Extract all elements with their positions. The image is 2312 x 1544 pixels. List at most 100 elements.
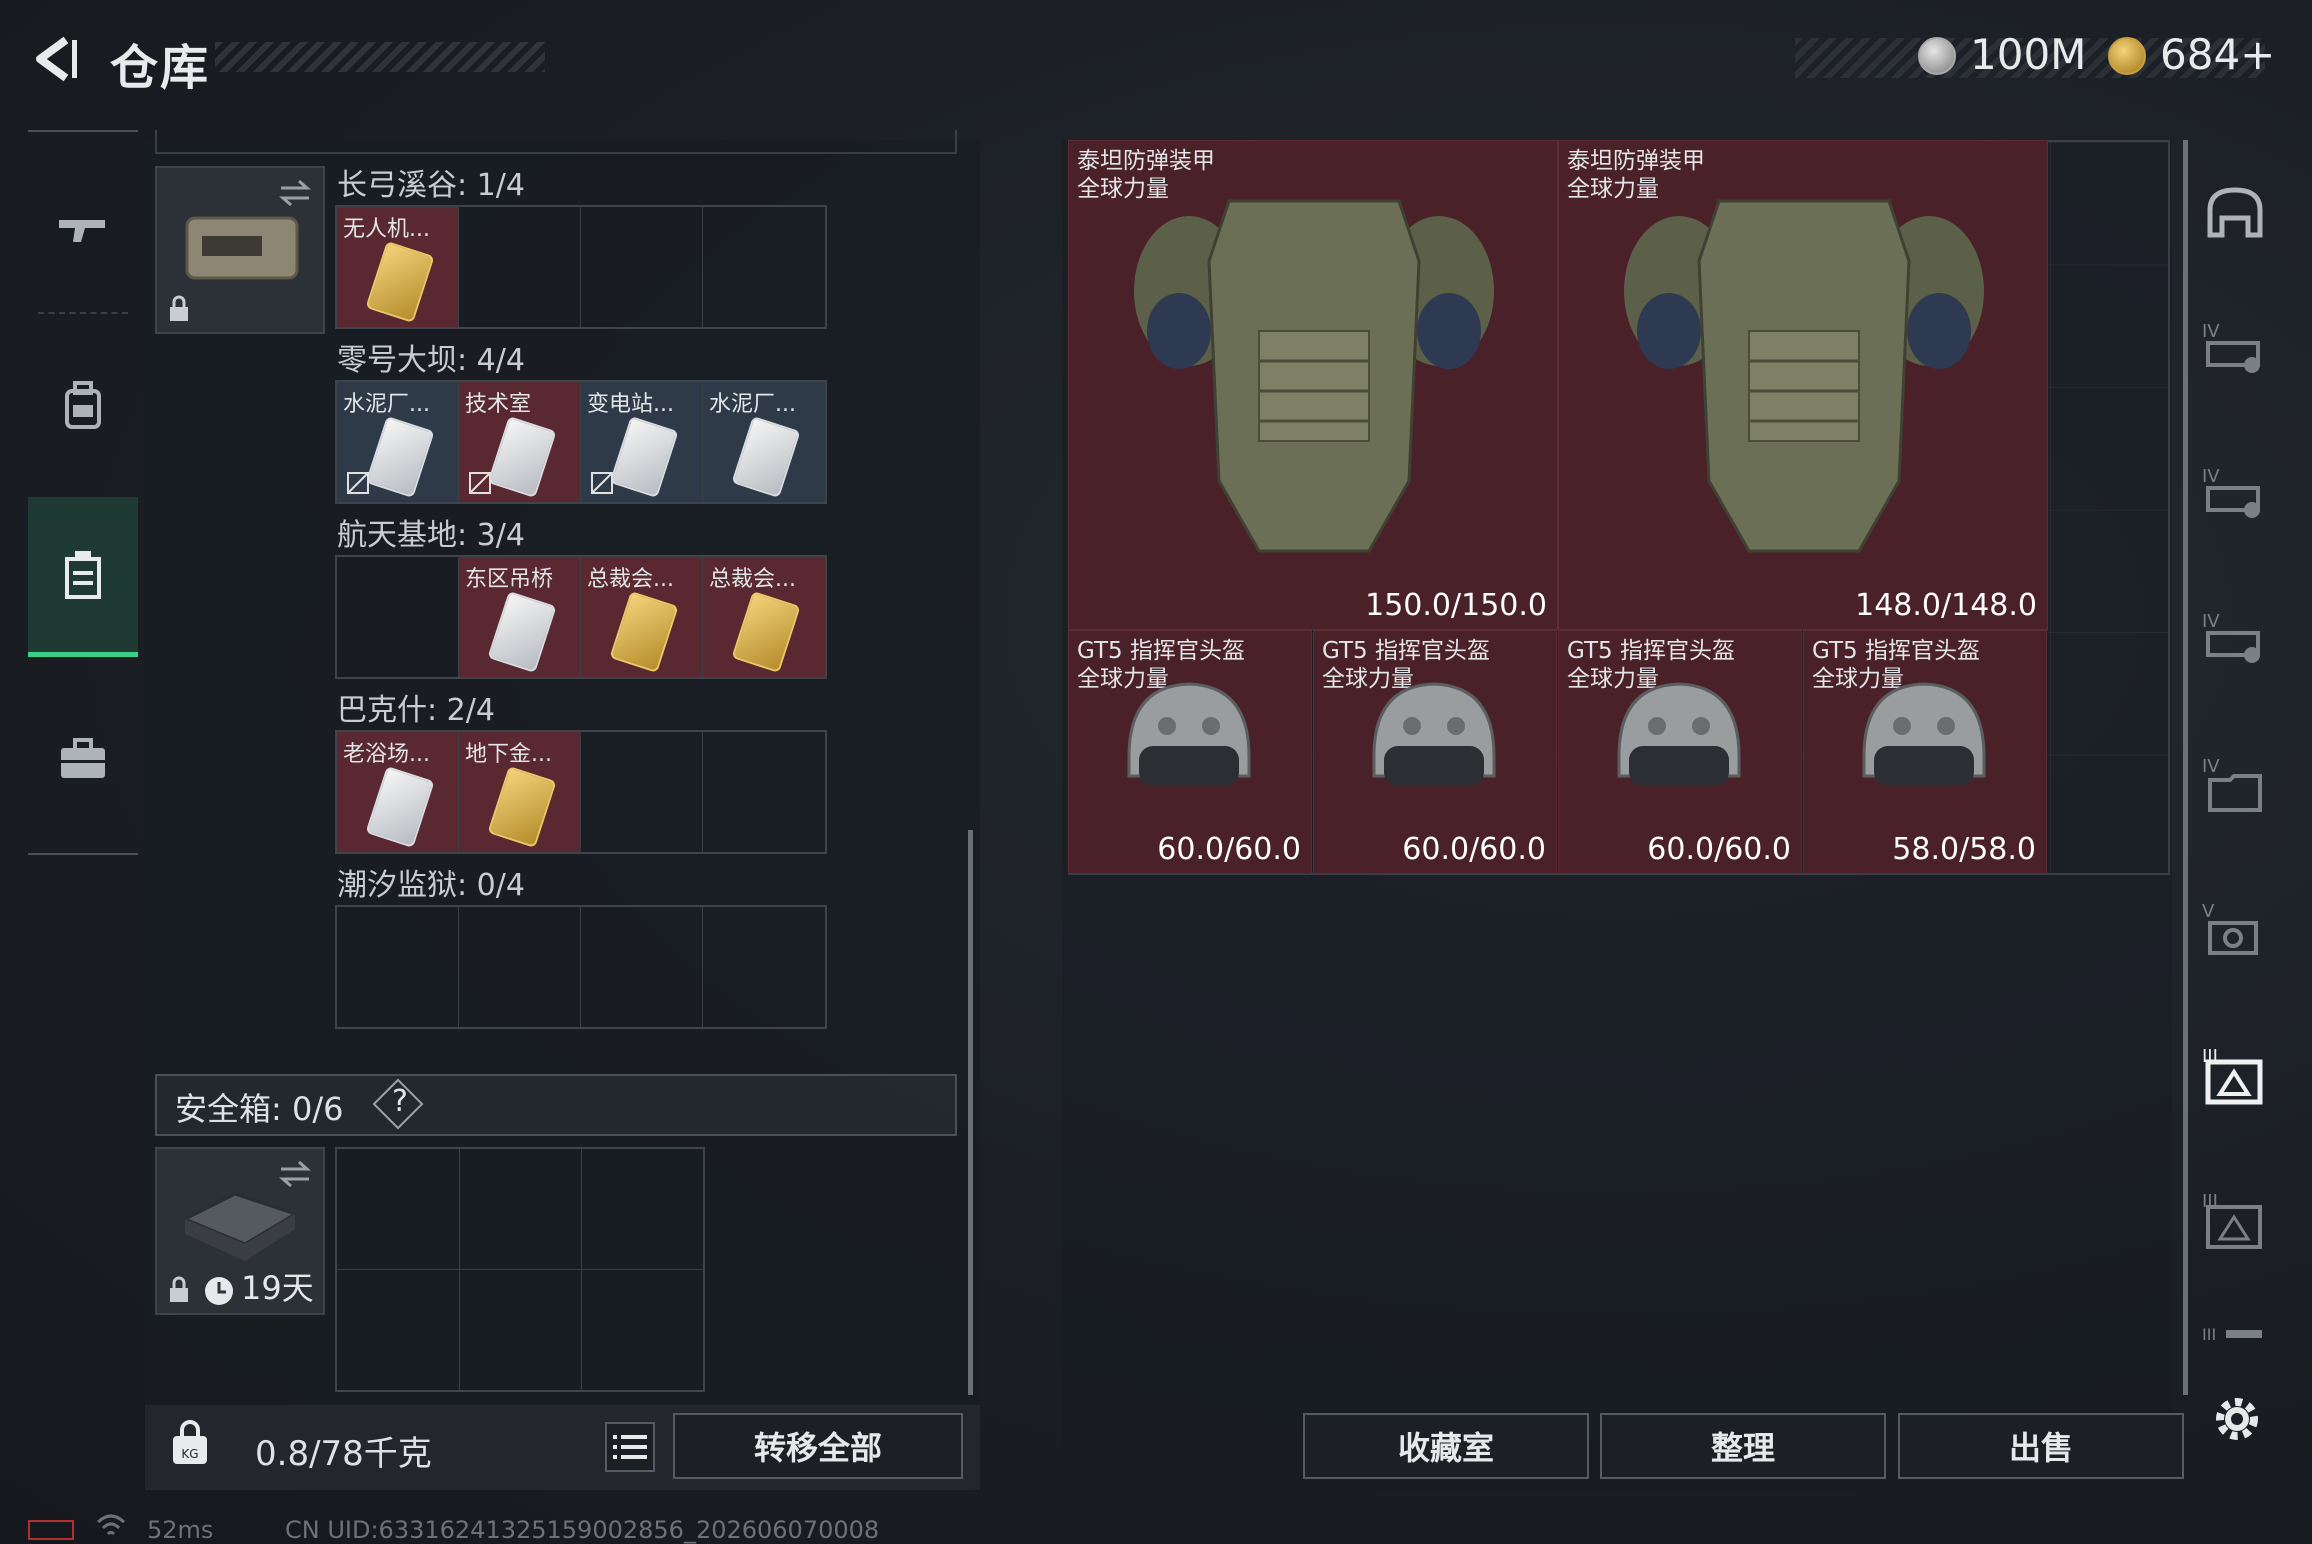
slot-label: 东区吊桥 [465,567,554,592]
keycard-slot[interactable]: 技术室 [459,382,581,502]
battery-icon [28,1520,74,1540]
durability: 60.0/60.0 [1157,832,1301,867]
nav-containers[interactable] [28,497,138,657]
section-label-space-base: 航天基地: 3/4 [337,518,525,553]
lock-icon [170,295,188,321]
slot-row-zero-dam: 水泥厂... 技术室 变电站... 水泥厂... [335,380,827,504]
keycard-icon [365,240,435,324]
helmet-item[interactable]: GT5 指挥官头盔 全球力量 60.0/60.0 [1068,630,1312,874]
list-view-button[interactable] [605,1422,655,1472]
swap-icon[interactable] [277,178,313,208]
empty-slot[interactable] [703,207,825,327]
slot-label: 水泥厂... [343,392,430,417]
bag-weight-icon: KG [173,1420,207,1464]
empty-slot[interactable] [581,207,703,327]
container-icon [65,550,101,599]
helmet-item[interactable]: GT5 指挥官头盔 全球力量 58.0/58.0 [1803,630,2047,874]
wifi-icon [96,1514,126,1536]
slot-label: 总裁会... [709,567,796,592]
keycard-slot[interactable]: 总裁会... [703,557,825,677]
keycard-case-icon [185,216,299,280]
empty-slot[interactable] [337,907,459,1027]
case-tier-icon: III [2202,1191,2262,1249]
body-armor-icon [1624,199,1984,553]
gun-icon [59,220,105,242]
filter-safe-v[interactable]: V [2195,890,2275,970]
empty-slot[interactable] [703,732,825,852]
nav-weapons[interactable] [28,150,138,310]
slot-label: 老浴场... [343,742,430,767]
helmet-item[interactable]: GT5 指挥官头盔 全球力量 60.0/60.0 [1558,630,1802,874]
left-scrollbar[interactable] [968,830,973,1395]
keycard-icon [365,765,435,849]
nav-gear[interactable] [28,325,138,485]
empty-slot[interactable] [337,557,459,677]
sell-button[interactable]: 出售 [1898,1413,2184,1479]
keycard-slot[interactable]: 总裁会... [581,557,703,677]
help-text[interactable]: ? [392,1084,408,1119]
collection-room-button[interactable]: 收藏室 [1303,1413,1589,1479]
gold-coin-icon [2108,37,2146,75]
filter-armor-iv-1[interactable]: IV [2195,310,2275,390]
safebox-grid[interactable] [335,1147,705,1392]
helmet-filter-icon [2207,187,2263,238]
svg-text:KG: KG [181,1447,198,1461]
svg-text:III: III [2202,1325,2216,1344]
filter-armor-iv-2[interactable]: IV [2195,455,2275,535]
svg-text:IV: IV [2202,756,2220,777]
folder-tier-icon: IV [2202,756,2262,812]
sort-button[interactable]: 整理 [1600,1413,1886,1479]
empty-slot[interactable] [581,907,703,1027]
filter-all[interactable] [2195,175,2275,255]
briefcase-icon [61,738,105,778]
keycard-slot[interactable]: 无人机... [337,207,459,327]
keycard-slot[interactable]: 水泥厂... [337,382,459,502]
section-label-longbow: 长弓溪谷: 1/4 [337,168,525,203]
empty-slot[interactable] [459,207,581,327]
filter-armor-iv-3[interactable]: IV [2195,600,2275,680]
keycard-slot[interactable]: 水泥厂... [703,382,825,502]
filter-folder-iv[interactable]: IV [2195,745,2275,825]
uid-text: CN UID:63316241325159002856_202606070008 [285,1516,880,1544]
settings-gear-icon[interactable] [2210,1392,2264,1446]
case-tier-icon: III [2202,1046,2263,1105]
keycard-slot[interactable]: 老浴场... [337,732,459,852]
swap-icon[interactable] [277,1159,313,1189]
keycard-slot[interactable]: 东区吊桥 [459,557,581,677]
slot-label: 无人机... [343,217,430,242]
filter-case-iii-active[interactable]: III [2195,1035,2275,1115]
armor-tier-icon: IV [2202,466,2260,518]
helmet-icon [1127,682,1251,786]
ping-text: 52ms [147,1516,214,1544]
backpack-icon [65,381,101,429]
filter-more[interactable]: III [2195,1305,2275,1365]
filter-case-iii[interactable]: III [2195,1180,2275,1260]
transfer-all-button[interactable]: 转移全部 [673,1413,963,1479]
keycard-slot[interactable]: 地下金... [459,732,581,852]
body-armor-icon [1134,199,1494,553]
keycard-case-thumbnail[interactable] [155,166,325,334]
armor-item[interactable]: 泰坦防弹装甲 全球力量 150.0/150.0 [1068,140,1558,630]
unavailable-icon [469,472,491,494]
empty-slot[interactable] [581,732,703,852]
nav-briefcase[interactable] [28,680,138,840]
slot-row-tide-prison [335,905,827,1029]
empty-slot[interactable] [703,907,825,1027]
clock-icon [205,1277,233,1305]
right-scrollbar[interactable] [2183,140,2188,1395]
keycard-icon [609,590,679,674]
svg-text:V: V [2202,901,2215,922]
slot-row-space-base: 东区吊桥 总裁会... 总裁会... [335,555,827,679]
currency-gold-amount[interactable]: 684+ [2160,30,2275,79]
helmet-item[interactable]: GT5 指挥官头盔 全球力量 60.0/60.0 [1313,630,1557,874]
section-label-zero-dam: 零号大坝: 4/4 [337,343,525,378]
section-label-bakhsh: 巴克什: 2/4 [337,693,495,728]
keycard-slot[interactable]: 变电站... [581,382,703,502]
slot-label: 总裁会... [587,567,674,592]
durability: 60.0/60.0 [1402,832,1546,867]
back-arrow-icon[interactable] [28,34,78,84]
safebox-thumbnail[interactable]: 19天 [155,1147,325,1315]
armor-item[interactable]: 泰坦防弹装甲 全球力量 148.0/148.0 [1558,140,2048,630]
currency-silver-amount[interactable]: 100M [1970,30,2086,79]
empty-slot[interactable] [459,907,581,1027]
